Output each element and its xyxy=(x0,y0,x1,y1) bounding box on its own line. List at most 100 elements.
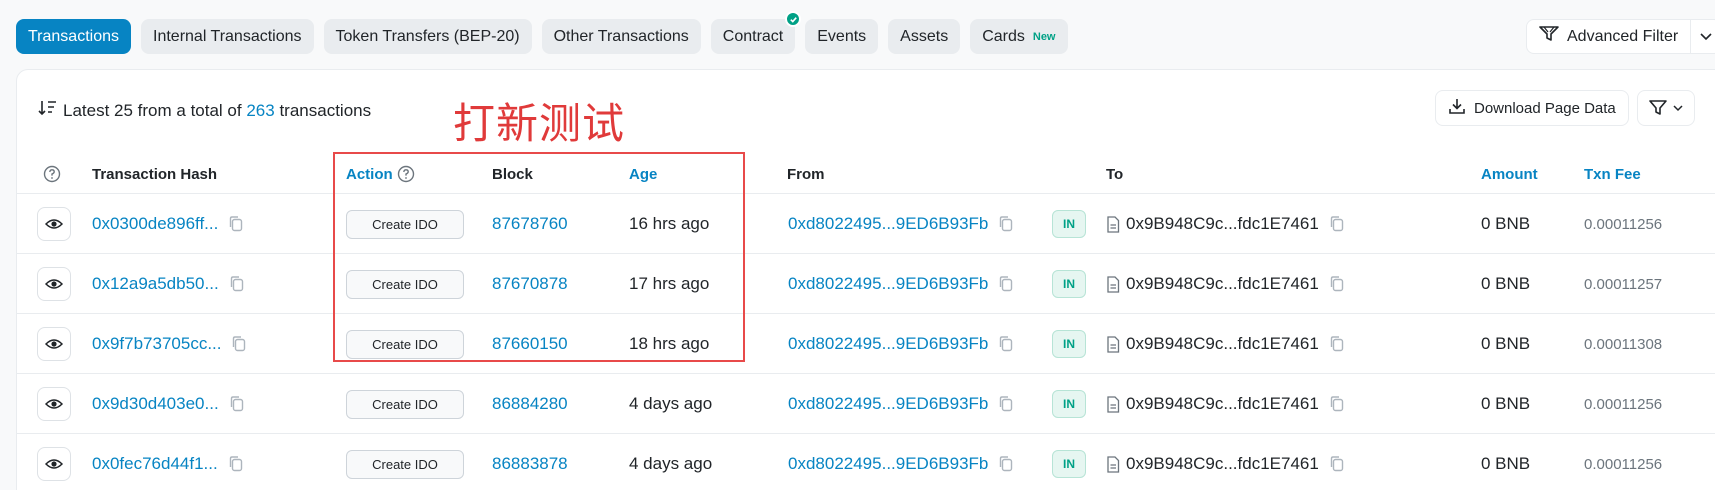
view-details-button[interactable] xyxy=(37,207,71,241)
download-page-data-button[interactable]: Download Page Data xyxy=(1435,90,1629,126)
advanced-filter-dropdown[interactable] xyxy=(1691,20,1715,53)
verified-check-icon xyxy=(785,11,802,27)
copy-icon[interactable] xyxy=(998,275,1014,293)
copy-icon[interactable] xyxy=(231,335,247,353)
column-header-age[interactable]: Age xyxy=(629,154,657,194)
contract-icon xyxy=(1106,215,1120,233)
transaction-hash-link[interactable]: 0x0300de896ff... xyxy=(92,214,218,234)
view-details-button[interactable] xyxy=(37,447,71,481)
block-link[interactable]: 86883878 xyxy=(492,454,568,474)
transaction-hash-link[interactable]: 0x0fec76d44f1... xyxy=(92,454,218,474)
copy-icon[interactable] xyxy=(1329,335,1345,353)
to-address[interactable]: 0x9B948C9c...fdc1E7461 xyxy=(1126,274,1319,294)
copy-icon[interactable] xyxy=(998,215,1014,233)
chevron-down-icon xyxy=(1673,104,1683,111)
method-badge: Create IDO xyxy=(346,449,464,479)
tab-internal-transactions[interactable]: Internal Transactions xyxy=(141,19,314,54)
txn-fee-text: 0.00011257 xyxy=(1584,275,1663,293)
tab-bar: Transactions Internal Transactions Token… xyxy=(16,11,1068,55)
to-address[interactable]: 0x9B948C9c...fdc1E7461 xyxy=(1126,394,1319,414)
eye-icon xyxy=(45,397,63,411)
advanced-filter-button[interactable]: Advanced Filter xyxy=(1527,20,1692,53)
tab-contract[interactable]: Contract xyxy=(710,11,802,54)
transaction-hash-link[interactable]: 0x9d30d403e0... xyxy=(92,394,219,414)
tab-token-transfers[interactable]: Token Transfers (BEP-20) xyxy=(323,19,532,54)
from-address-link[interactable]: 0xd8022495...9ED6B93Fb xyxy=(788,454,988,474)
method-badge: Create IDO xyxy=(346,269,464,299)
tab-assets[interactable]: Assets xyxy=(888,19,961,54)
column-header-fee[interactable]: Txn Fee xyxy=(1584,154,1641,194)
from-address-link[interactable]: 0xd8022495...9ED6B93Fb xyxy=(788,334,988,354)
direction-badge: IN xyxy=(1052,450,1086,478)
download-icon xyxy=(1448,97,1466,119)
direction-badge: IN xyxy=(1052,330,1086,358)
contract-icon xyxy=(1106,395,1120,413)
copy-icon[interactable] xyxy=(1329,215,1345,233)
copy-icon[interactable] xyxy=(228,455,244,473)
new-badge: New xyxy=(1032,30,1056,43)
copy-icon[interactable] xyxy=(998,455,1014,473)
copy-icon[interactable] xyxy=(229,275,245,293)
view-details-button[interactable] xyxy=(37,267,71,301)
to-address[interactable]: 0x9B948C9c...fdc1E7461 xyxy=(1126,454,1319,474)
amount-text: 0 BNB xyxy=(1481,454,1531,473)
sort-icon[interactable] xyxy=(37,99,63,122)
table-filter-button[interactable] xyxy=(1637,90,1695,126)
from-address-link[interactable]: 0xd8022495...9ED6B93Fb xyxy=(788,214,988,234)
block-link[interactable]: 87678760 xyxy=(492,214,568,234)
from-address-link[interactable]: 0xd8022495...9ED6B93Fb xyxy=(788,274,988,294)
table-row: 0x0300de896ff... Create IDO 87678760 16 hrs… xyxy=(17,194,1715,254)
tab-cards[interactable]: Cards New xyxy=(970,19,1068,54)
age-text: 4 days ago xyxy=(629,394,713,413)
transaction-hash-link[interactable]: 0x12a9a5db50... xyxy=(92,274,219,294)
age-text: 16 hrs ago xyxy=(629,214,710,233)
from-address-link[interactable]: 0xd8022495...9ED6B93Fb xyxy=(788,394,988,414)
txn-fee-text: 0.00011308 xyxy=(1584,335,1663,353)
column-header-block: Block xyxy=(492,165,533,183)
amount-text: 0 BNB xyxy=(1481,334,1531,353)
column-header-from: From xyxy=(787,165,825,183)
tab-other-transactions[interactable]: Other Transactions xyxy=(541,19,701,54)
txn-fee-text: 0.00011256 xyxy=(1584,455,1663,473)
contract-icon xyxy=(1106,455,1120,473)
age-text: 4 days ago xyxy=(629,454,713,473)
annotation-label: 打新测试 xyxy=(453,99,626,148)
funnel-icon xyxy=(1649,100,1667,115)
column-header-action[interactable]: Action xyxy=(346,154,415,194)
transactions-card: Latest 25 from a total of 263 transactio… xyxy=(16,69,1715,490)
view-details-button[interactable] xyxy=(37,387,71,421)
method-badge: Create IDO xyxy=(346,389,464,419)
direction-badge: IN xyxy=(1052,210,1086,238)
table-row: 0x9f7b73705cc... Create IDO 87660150 18 hrs… xyxy=(17,314,1715,374)
to-address[interactable]: 0x9B948C9c...fdc1E7461 xyxy=(1126,334,1319,354)
column-header-to: To xyxy=(1106,165,1124,183)
to-address[interactable]: 0x9B948C9c...fdc1E7461 xyxy=(1126,214,1319,234)
txn-fee-text: 0.00011256 xyxy=(1584,215,1663,233)
tab-events[interactable]: Events xyxy=(805,19,879,54)
copy-icon[interactable] xyxy=(228,215,244,233)
tab-transactions[interactable]: Transactions xyxy=(16,19,131,54)
copy-icon[interactable] xyxy=(1329,275,1345,293)
eye-icon xyxy=(45,217,63,231)
copy-icon[interactable] xyxy=(998,395,1014,413)
help-icon[interactable] xyxy=(397,165,415,183)
amount-text: 0 BNB xyxy=(1481,274,1531,293)
block-link[interactable]: 86884280 xyxy=(492,394,568,414)
amount-text: 0 BNB xyxy=(1481,214,1531,233)
transactions-summary: Latest 25 from a total of 263 transactio… xyxy=(37,99,371,122)
help-icon[interactable] xyxy=(43,154,61,194)
block-link[interactable]: 87660150 xyxy=(492,334,568,354)
view-details-button[interactable] xyxy=(37,327,71,361)
txn-fee-text: 0.00011256 xyxy=(1584,395,1663,413)
copy-icon[interactable] xyxy=(998,335,1014,353)
copy-icon[interactable] xyxy=(229,395,245,413)
copy-icon[interactable] xyxy=(1329,395,1345,413)
transaction-hash-link[interactable]: 0x9f7b73705cc... xyxy=(92,334,221,354)
direction-badge: IN xyxy=(1052,390,1086,418)
column-header-amount[interactable]: Amount xyxy=(1481,154,1538,194)
copy-icon[interactable] xyxy=(1329,455,1345,473)
advanced-filter: Advanced Filter xyxy=(1526,19,1715,54)
eye-icon xyxy=(45,457,63,471)
table-row: 0x9d30d403e0... Create IDO 86884280 4 days … xyxy=(17,374,1715,434)
block-link[interactable]: 87670878 xyxy=(492,274,568,294)
